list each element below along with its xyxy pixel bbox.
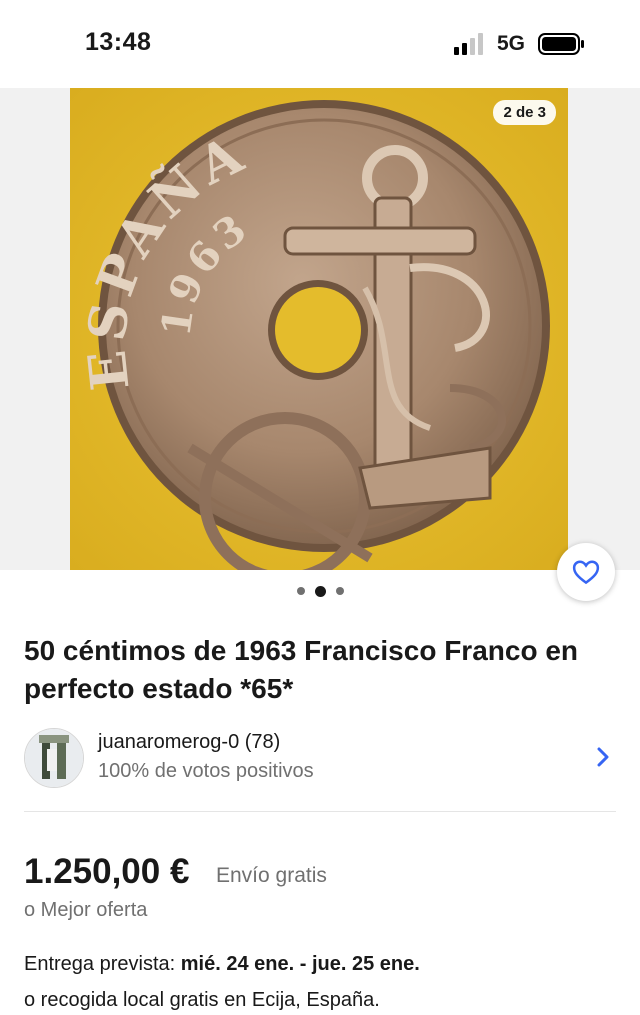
delivery-label: Entrega prevista: — [24, 953, 176, 975]
listing-title: 50 céntimos de 1963 Francisco Franco en … — [24, 635, 579, 704]
seller-feedback: 100% de votos positivos — [98, 760, 314, 782]
pager-dot-active[interactable] — [314, 585, 326, 597]
coin-image: ESPAÑA 1963 — [70, 88, 568, 570]
chevron-right-icon[interactable] — [594, 745, 612, 769]
shipping-label: Envío gratis — [216, 864, 327, 887]
signal-icon — [454, 33, 483, 55]
delivery-dates: mié. 24 ene. - jue. 25 ene. — [180, 953, 420, 975]
image-gallery[interactable]: ESPAÑA 1963 2 de 3 — [0, 88, 640, 570]
seller-avatar[interactable] — [24, 728, 84, 788]
item-photo[interactable]: ESPAÑA 1963 2 de 3 — [70, 88, 568, 570]
gallery-pager — [0, 583, 640, 599]
network-label: 5G — [497, 32, 526, 55]
photo-counter: 2 de 3 — [493, 100, 556, 125]
status-bar: 13:48 5G — [0, 0, 640, 88]
delivery-estimate: Entrega prevista: mié. 24 ene. - jue. 25… — [24, 953, 420, 976]
best-offer-label: o Mejor oferta — [24, 899, 148, 921]
avatar-image — [25, 729, 83, 787]
divider — [24, 811, 616, 812]
local-pickup: o recogida local gratis en Ecija, España… — [24, 989, 380, 1011]
status-time: 13:48 — [85, 28, 152, 56]
seller-row[interactable]: juanaromerog-0 (78) 100% de votos positi… — [24, 725, 616, 789]
pager-dot[interactable] — [296, 587, 305, 595]
battery-icon — [538, 33, 584, 55]
seller-name[interactable]: juanaromerog-0 (78) — [98, 731, 280, 754]
pager-dot[interactable] — [335, 587, 344, 595]
item-price: 1.250,00 € — [24, 852, 190, 891]
